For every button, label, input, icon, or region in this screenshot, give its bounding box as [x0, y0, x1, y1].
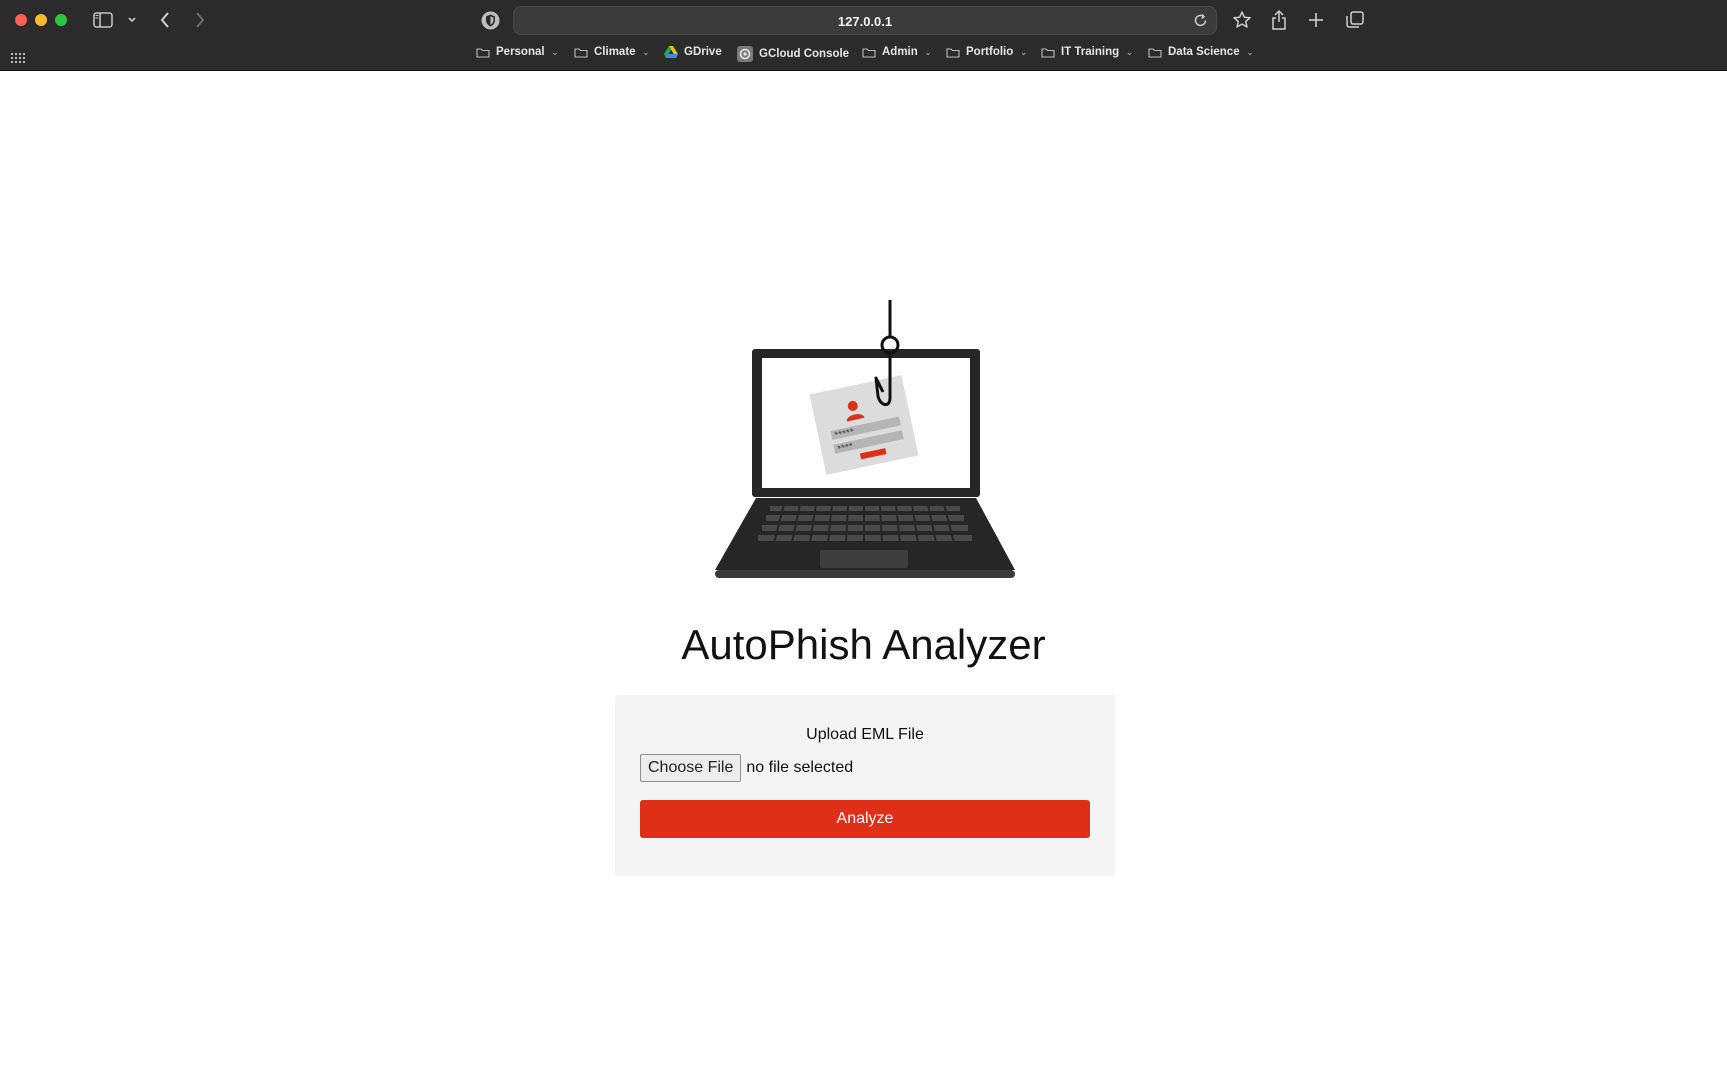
browser-toolbar: 127.0.0.1 Personal ⌄ Climate ⌄ GDrive GC…	[0, 0, 1727, 71]
bookmark-label: Admin	[882, 46, 918, 58]
bookmark-label: GDrive	[684, 46, 722, 58]
share-icon[interactable]	[1270, 8, 1288, 32]
reload-icon[interactable]	[1193, 13, 1208, 33]
app-title: AutoPhish Analyzer	[681, 621, 1046, 668]
tab-overview-icon[interactable]	[1345, 8, 1365, 32]
bookmark-climate[interactable]: Climate ⌄	[574, 46, 649, 58]
choose-file-button[interactable]: Choose File	[640, 754, 742, 782]
address-bar[interactable]: 127.0.0.1	[513, 6, 1217, 35]
bookmark-personal[interactable]: Personal ⌄	[476, 46, 558, 58]
chevron-down-icon: ⌄	[1020, 47, 1027, 57]
folder-icon	[476, 47, 490, 58]
new-tab-plus-icon[interactable]	[1307, 8, 1325, 32]
apps-grid-icon[interactable]	[11, 50, 25, 68]
bookmark-label: IT Training	[1061, 46, 1120, 58]
bookmarks-bar: Personal ⌄ Climate ⌄ GDrive GCloud Conso…	[0, 44, 1727, 66]
file-status-text: no file selected	[746, 759, 854, 776]
url-text[interactable]: 127.0.0.1	[514, 14, 1216, 29]
bookmark-portfolio[interactable]: Portfolio ⌄	[946, 46, 1027, 58]
folder-icon	[1148, 47, 1162, 58]
bookmark-it-training[interactable]: IT Training ⌄	[1041, 46, 1133, 58]
sidebar-toggle-icon[interactable]	[93, 8, 113, 32]
page-content: ***** **** AutoPhish Analyzer Upload EML…	[0, 72, 1727, 1089]
chevron-down-icon: ⌄	[642, 47, 650, 57]
minimize-window-button[interactable]	[35, 14, 47, 26]
bookmark-admin[interactable]: Admin ⌄	[862, 46, 931, 58]
maximize-window-button[interactable]	[55, 14, 67, 26]
privacy-shield-icon[interactable]	[480, 10, 501, 36]
tab-group-chevron-down-icon[interactable]	[127, 8, 137, 32]
bookmark-data-science[interactable]: Data Science ⌄	[1148, 46, 1253, 58]
gdrive-icon	[664, 46, 678, 58]
chevron-down-icon: ⌄	[1126, 47, 1133, 57]
bookmark-label: GCloud Console	[759, 48, 850, 60]
chevron-down-icon: ⌄	[1246, 47, 1254, 57]
file-input[interactable]: Choose File no file selected	[640, 754, 853, 782]
folder-icon	[1041, 47, 1055, 58]
close-window-button[interactable]	[15, 14, 27, 26]
bookmark-star-icon[interactable]	[1232, 8, 1252, 32]
folder-icon	[946, 47, 960, 58]
folder-icon	[574, 47, 588, 58]
bookmark-label: Climate	[594, 46, 636, 58]
back-arrow-icon[interactable]	[159, 8, 171, 32]
analyze-button[interactable]: Analyze	[640, 800, 1090, 838]
upload-label: Upload EML File	[806, 726, 924, 743]
bookmark-label: Personal	[496, 46, 545, 58]
bookmark-label: Portfolio	[966, 46, 1014, 58]
phishing-laptop-illustration: ***** ****	[715, 300, 1015, 578]
forward-arrow-icon[interactable]	[194, 8, 206, 32]
bookmark-gcloud-console[interactable]: GCloud Console	[737, 46, 849, 62]
bookmark-label: Data Science	[1168, 46, 1240, 58]
folder-icon	[862, 47, 876, 58]
upload-form-card: Upload EML File Choose File no file sele…	[615, 695, 1115, 876]
gcloud-icon	[737, 46, 753, 62]
chevron-down-icon: ⌄	[924, 47, 932, 57]
chevron-down-icon: ⌄	[551, 47, 559, 57]
bookmark-gdrive[interactable]: GDrive	[664, 46, 722, 58]
